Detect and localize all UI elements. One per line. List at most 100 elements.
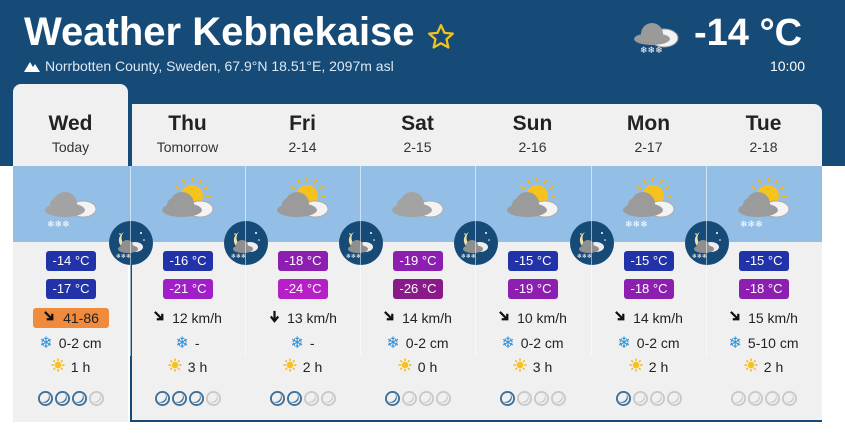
day-column-tue[interactable]: Tue 2-18 ❄❄❄ -15 °C -18 °C 15 km/h ❄ 5-10 cm 2 h <box>706 84 821 422</box>
snowflake-icon: ❄ <box>728 333 742 352</box>
max-temp-badge: -15 °C <box>739 251 789 271</box>
wind-direction-icon <box>43 310 56 326</box>
partly-cloudy-icon: ❄❄❄ <box>613 176 683 234</box>
min-temp-badge: -18 °C <box>739 279 789 299</box>
cloudy-icon <box>382 176 452 234</box>
moon-rating-icon <box>154 391 170 411</box>
moon-rating-icon <box>54 391 70 411</box>
sun-row: 1 h <box>13 358 128 375</box>
snow-amount: - <box>309 334 315 351</box>
moon-rating-icon <box>764 391 780 411</box>
favorite-star-icon[interactable] <box>426 22 456 52</box>
snow-row: ❄ 5-10 cm <box>706 333 821 352</box>
snowflake-icon: ❄ <box>175 333 189 352</box>
wind-direction-icon <box>383 310 396 326</box>
sky-condition-rating <box>130 391 245 411</box>
wind-row: 15 km/h <box>706 310 821 326</box>
day-name: Fri <box>289 112 316 135</box>
sky-condition-rating <box>706 391 821 411</box>
day-date: 2-16 <box>518 139 547 155</box>
sun-row: 2 h <box>245 358 360 375</box>
snow-row: ❄ - <box>245 333 360 352</box>
snowflake-icon: ❄ <box>290 333 304 352</box>
day-name: Sat <box>401 112 434 135</box>
day-date: 2-18 <box>749 139 778 155</box>
sun-icon <box>513 358 527 375</box>
moon-rating-icon <box>747 391 763 411</box>
sun-row: 2 h <box>706 358 821 375</box>
column-divider <box>360 166 361 356</box>
sky-condition-rating <box>245 391 360 411</box>
page-title: Weather Kebnekaise <box>24 10 415 54</box>
moon-rating-icon <box>269 391 285 411</box>
sun-icon <box>744 358 758 375</box>
cloudy-icon: ❄❄❄ <box>35 176 105 234</box>
sun-row: 3 h <box>130 358 245 375</box>
wind-direction-icon <box>153 310 166 326</box>
wind-direction-icon <box>729 310 742 326</box>
sun-row: 2 h <box>591 358 706 375</box>
svg-text:❄❄❄: ❄❄❄ <box>116 253 131 260</box>
max-temp-badge: -15 °C <box>508 251 558 271</box>
wind-direction-icon <box>268 310 281 326</box>
snowflake-icon: ❄ <box>617 333 631 352</box>
min-temp-badge: -18 °C <box>624 279 674 299</box>
max-temp-badge: -19 °C <box>393 251 443 271</box>
day-date: 2-15 <box>403 139 432 155</box>
moon-rating-icon <box>88 391 104 411</box>
moon-rating-icon <box>384 391 400 411</box>
snow-amount: 0-2 cm <box>405 334 449 351</box>
svg-text:❄❄❄: ❄❄❄ <box>740 220 763 230</box>
column-divider <box>245 166 246 356</box>
moon-rating-icon <box>171 391 187 411</box>
moon-rating-icon <box>533 391 549 411</box>
svg-text:❄❄❄: ❄❄❄ <box>640 46 663 56</box>
moon-rating-icon <box>499 391 515 411</box>
wind-speed: 12 km/h <box>172 310 222 326</box>
sun-hours: 3 h <box>187 358 208 375</box>
current-time: 10:00 <box>769 58 805 74</box>
wind-speed: 10 km/h <box>517 310 567 326</box>
moon-rating-icon <box>615 391 631 411</box>
min-temp-badge: -26 °C <box>393 279 443 299</box>
location-text: Norrbotten County, Sweden, 67.9°N 18.51°… <box>45 58 394 74</box>
wind-gust-value: 41-86 <box>63 310 99 326</box>
wind-direction-icon <box>614 310 627 326</box>
max-temp-badge: -15 °C <box>624 251 674 271</box>
day-name: Wed <box>48 112 93 135</box>
snow-amount: 0-2 cm <box>636 334 680 351</box>
wind-speed: 13 km/h <box>287 310 337 326</box>
current-temperature: -14 °C <box>694 12 803 54</box>
sky-condition-rating <box>591 391 706 411</box>
moon-rating-icon <box>418 391 434 411</box>
min-temp-badge: -19 °C <box>508 279 558 299</box>
location-info: Norrbotten County, Sweden, 67.9°N 18.51°… <box>24 58 394 74</box>
min-temp-badge: -24 °C <box>278 279 328 299</box>
sun-row: 3 h <box>475 358 590 375</box>
sun-hours: 0 h <box>417 358 438 375</box>
moon-rating-icon <box>401 391 417 411</box>
day-date: Today <box>51 139 90 155</box>
day-name: Thu <box>168 112 207 135</box>
moon-rating-icon <box>632 391 648 411</box>
partly-cloudy-icon <box>497 176 567 234</box>
wind-row: 14 km/h <box>360 310 475 326</box>
snow-row: ❄ 0-2 cm <box>360 333 475 352</box>
partly-cloudy-icon: ❄❄❄ <box>728 176 798 234</box>
snowflake-icon: ❄ <box>39 333 53 352</box>
wind-speed: 15 km/h <box>748 310 798 326</box>
sun-hours: 2 h <box>302 358 323 375</box>
svg-text:❄❄❄: ❄❄❄ <box>625 220 648 230</box>
wind-speed: 14 km/h <box>633 310 683 326</box>
mountain-icon <box>24 62 40 72</box>
svg-text:❄❄❄: ❄❄❄ <box>577 253 592 260</box>
sky-condition-rating <box>475 391 590 411</box>
wind-gust-badge: 41-86 <box>33 308 109 328</box>
column-divider <box>130 166 131 356</box>
moon-rating-icon <box>205 391 221 411</box>
snowflake-icon: ❄ <box>386 333 400 352</box>
day-name: Sun <box>512 112 553 135</box>
sun-row: 0 h <box>360 358 475 375</box>
sun-hours: 3 h <box>532 358 553 375</box>
wind-row: 10 km/h <box>475 310 590 326</box>
